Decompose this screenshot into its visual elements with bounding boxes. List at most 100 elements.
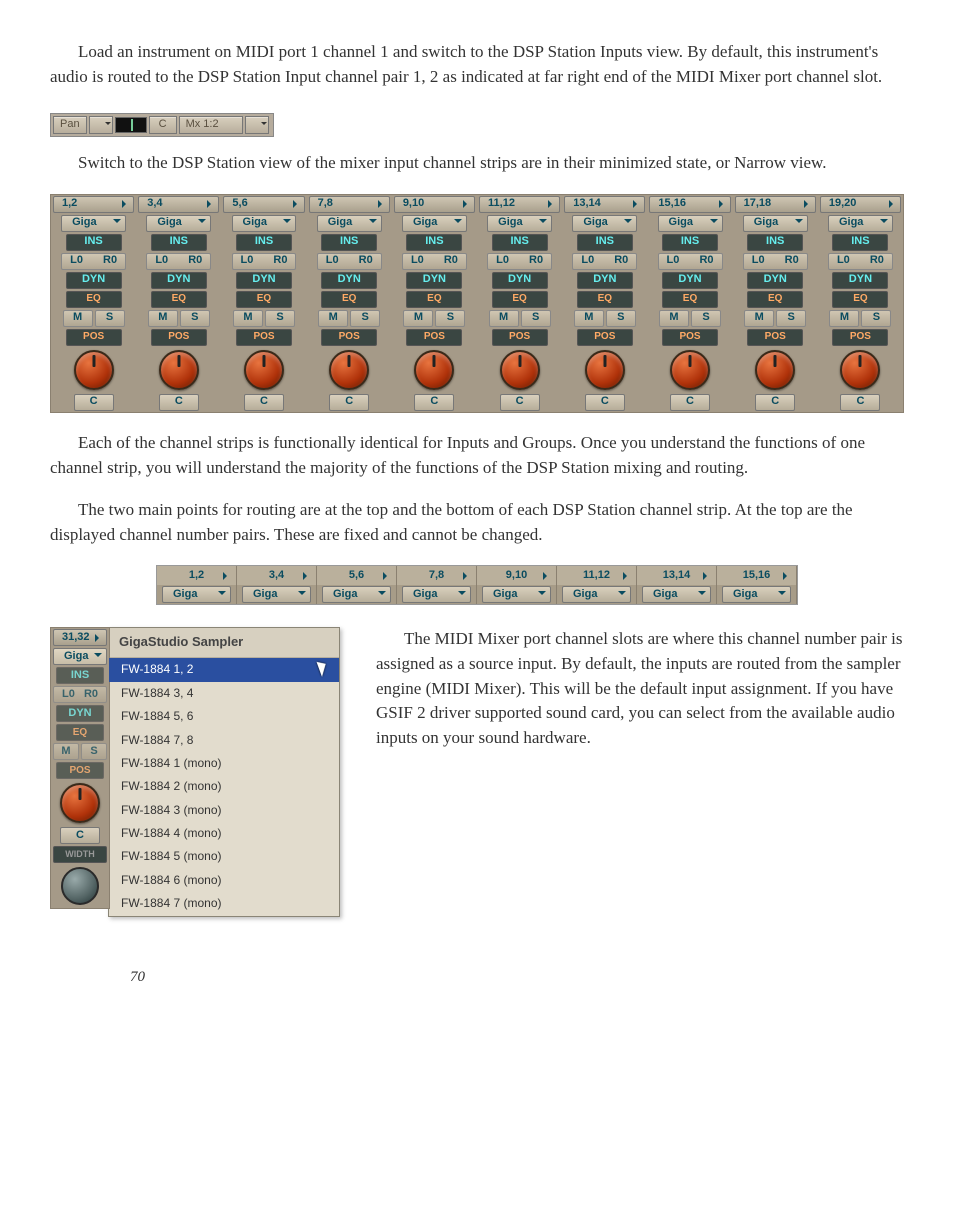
center-button[interactable]: C bbox=[500, 394, 540, 411]
mute-button[interactable]: M bbox=[63, 310, 93, 327]
mute-button[interactable]: M bbox=[574, 310, 604, 327]
lr-indicator[interactable]: L0R0 bbox=[146, 253, 211, 270]
solo-button[interactable]: S bbox=[776, 310, 806, 327]
solo-button[interactable]: S bbox=[435, 310, 465, 327]
channel-pair-label[interactable]: 9,10 bbox=[394, 196, 475, 213]
source-dropdown[interactable]: Giga bbox=[61, 215, 126, 232]
pan-knob[interactable] bbox=[500, 350, 540, 390]
dynamics-button[interactable]: DYN bbox=[151, 272, 207, 289]
pan-knob[interactable] bbox=[159, 350, 199, 390]
menu-item[interactable]: FW-1884 7, 8 bbox=[109, 729, 339, 752]
pan-knob[interactable] bbox=[60, 783, 100, 823]
lr-indicator[interactable]: L0R0 bbox=[487, 253, 552, 270]
lr-indicator[interactable]: L0R0 bbox=[53, 686, 107, 703]
eq-button[interactable]: EQ bbox=[56, 724, 104, 741]
pan-knob[interactable] bbox=[670, 350, 710, 390]
solo-button[interactable]: S bbox=[95, 310, 125, 327]
pan-knob[interactable] bbox=[329, 350, 369, 390]
source-dropdown[interactable]: Giga bbox=[722, 586, 791, 603]
dynamics-button[interactable]: DYN bbox=[662, 272, 718, 289]
position-button[interactable]: POS bbox=[662, 329, 718, 346]
lr-indicator[interactable]: L0R0 bbox=[572, 253, 637, 270]
insert-button[interactable]: INS bbox=[56, 667, 104, 684]
menu-item[interactable]: FW-1884 1 (mono) bbox=[109, 752, 339, 775]
pan-center-button[interactable]: C bbox=[149, 116, 177, 134]
eq-button[interactable]: EQ bbox=[406, 291, 462, 308]
menu-item[interactable]: FW-1884 2 (mono) bbox=[109, 775, 339, 798]
pan-knob[interactable] bbox=[585, 350, 625, 390]
center-button[interactable]: C bbox=[329, 394, 369, 411]
channel-pair-label[interactable]: 17,18 bbox=[735, 196, 816, 213]
insert-button[interactable]: INS bbox=[662, 234, 718, 251]
source-dropdown[interactable]: Giga bbox=[317, 215, 382, 232]
position-button[interactable]: POS bbox=[66, 329, 122, 346]
input-source-menu[interactable]: GigaStudio Sampler FW-1884 1, 2FW-1884 3… bbox=[108, 627, 340, 916]
menu-item[interactable]: FW-1884 3 (mono) bbox=[109, 799, 339, 822]
insert-button[interactable]: INS bbox=[747, 234, 803, 251]
position-button[interactable]: POS bbox=[236, 329, 292, 346]
lr-indicator[interactable]: L0R0 bbox=[317, 253, 382, 270]
lr-indicator[interactable]: L0R0 bbox=[658, 253, 723, 270]
source-dropdown[interactable]: Giga bbox=[162, 586, 231, 603]
eq-button[interactable]: EQ bbox=[492, 291, 548, 308]
mute-button[interactable]: M bbox=[403, 310, 433, 327]
center-button[interactable]: C bbox=[755, 394, 795, 411]
source-dropdown[interactable]: Giga bbox=[402, 215, 467, 232]
center-button[interactable]: C bbox=[670, 394, 710, 411]
center-button[interactable]: C bbox=[74, 394, 114, 411]
menu-item[interactable]: FW-1884 7 (mono) bbox=[109, 892, 339, 915]
channel-pair-label[interactable]: 13,14 bbox=[564, 196, 645, 213]
channel-pair-label[interactable]: 3,4 bbox=[138, 196, 219, 213]
source-dropdown[interactable]: Giga bbox=[146, 215, 211, 232]
source-dropdown[interactable]: Giga bbox=[562, 586, 631, 603]
eq-button[interactable]: EQ bbox=[66, 291, 122, 308]
lr-indicator[interactable]: L0R0 bbox=[402, 253, 467, 270]
position-button[interactable]: POS bbox=[832, 329, 888, 346]
channel-pair-label[interactable]: 1,2 bbox=[53, 196, 134, 213]
center-button[interactable]: C bbox=[159, 394, 199, 411]
source-dropdown[interactable]: Giga bbox=[53, 648, 107, 665]
dynamics-button[interactable]: DYN bbox=[321, 272, 377, 289]
pan-knob[interactable] bbox=[244, 350, 284, 390]
pan-knob[interactable] bbox=[755, 350, 795, 390]
mute-button[interactable]: M bbox=[829, 310, 859, 327]
source-dropdown[interactable]: Giga bbox=[658, 215, 723, 232]
eq-button[interactable]: EQ bbox=[662, 291, 718, 308]
center-button[interactable]: C bbox=[60, 827, 100, 844]
lr-indicator[interactable]: L0R0 bbox=[61, 253, 126, 270]
channel-pair-label[interactable]: 7,8 bbox=[309, 196, 390, 213]
mute-button[interactable]: M bbox=[148, 310, 178, 327]
dynamics-button[interactable]: DYN bbox=[66, 272, 122, 289]
position-button[interactable]: POS bbox=[747, 329, 803, 346]
center-button[interactable]: C bbox=[244, 394, 284, 411]
mute-button[interactable]: M bbox=[233, 310, 263, 327]
pan-knob[interactable] bbox=[414, 350, 454, 390]
position-button[interactable]: POS bbox=[151, 329, 207, 346]
dynamics-button[interactable]: DYN bbox=[236, 272, 292, 289]
solo-button[interactable]: S bbox=[350, 310, 380, 327]
insert-button[interactable]: INS bbox=[492, 234, 548, 251]
position-button[interactable]: POS bbox=[406, 329, 462, 346]
source-dropdown[interactable]: Giga bbox=[743, 215, 808, 232]
insert-button[interactable]: INS bbox=[832, 234, 888, 251]
mx-routing-button[interactable]: Mx 1:2 bbox=[179, 116, 243, 134]
dynamics-button[interactable]: DYN bbox=[56, 705, 104, 722]
dynamics-button[interactable]: DYN bbox=[747, 272, 803, 289]
eq-button[interactable]: EQ bbox=[236, 291, 292, 308]
menu-item[interactable]: FW-1884 3, 4 bbox=[109, 682, 339, 705]
pan-knob[interactable] bbox=[74, 350, 114, 390]
solo-button[interactable]: S bbox=[691, 310, 721, 327]
width-knob[interactable] bbox=[61, 867, 99, 905]
source-dropdown[interactable]: Giga bbox=[487, 215, 552, 232]
source-dropdown[interactable]: Giga bbox=[482, 586, 551, 603]
solo-button[interactable]: S bbox=[521, 310, 551, 327]
insert-button[interactable]: INS bbox=[66, 234, 122, 251]
position-button[interactable]: POS bbox=[56, 762, 104, 779]
channel-pair-label[interactable]: 19,20 bbox=[820, 196, 901, 213]
eq-button[interactable]: EQ bbox=[151, 291, 207, 308]
channel-pair-label[interactable]: 5,6 bbox=[223, 196, 304, 213]
channel-pair-label[interactable]: 11,12 bbox=[479, 196, 560, 213]
menu-item[interactable]: FW-1884 5 (mono) bbox=[109, 845, 339, 868]
lr-indicator[interactable]: L0R0 bbox=[232, 253, 297, 270]
center-button[interactable]: C bbox=[585, 394, 625, 411]
